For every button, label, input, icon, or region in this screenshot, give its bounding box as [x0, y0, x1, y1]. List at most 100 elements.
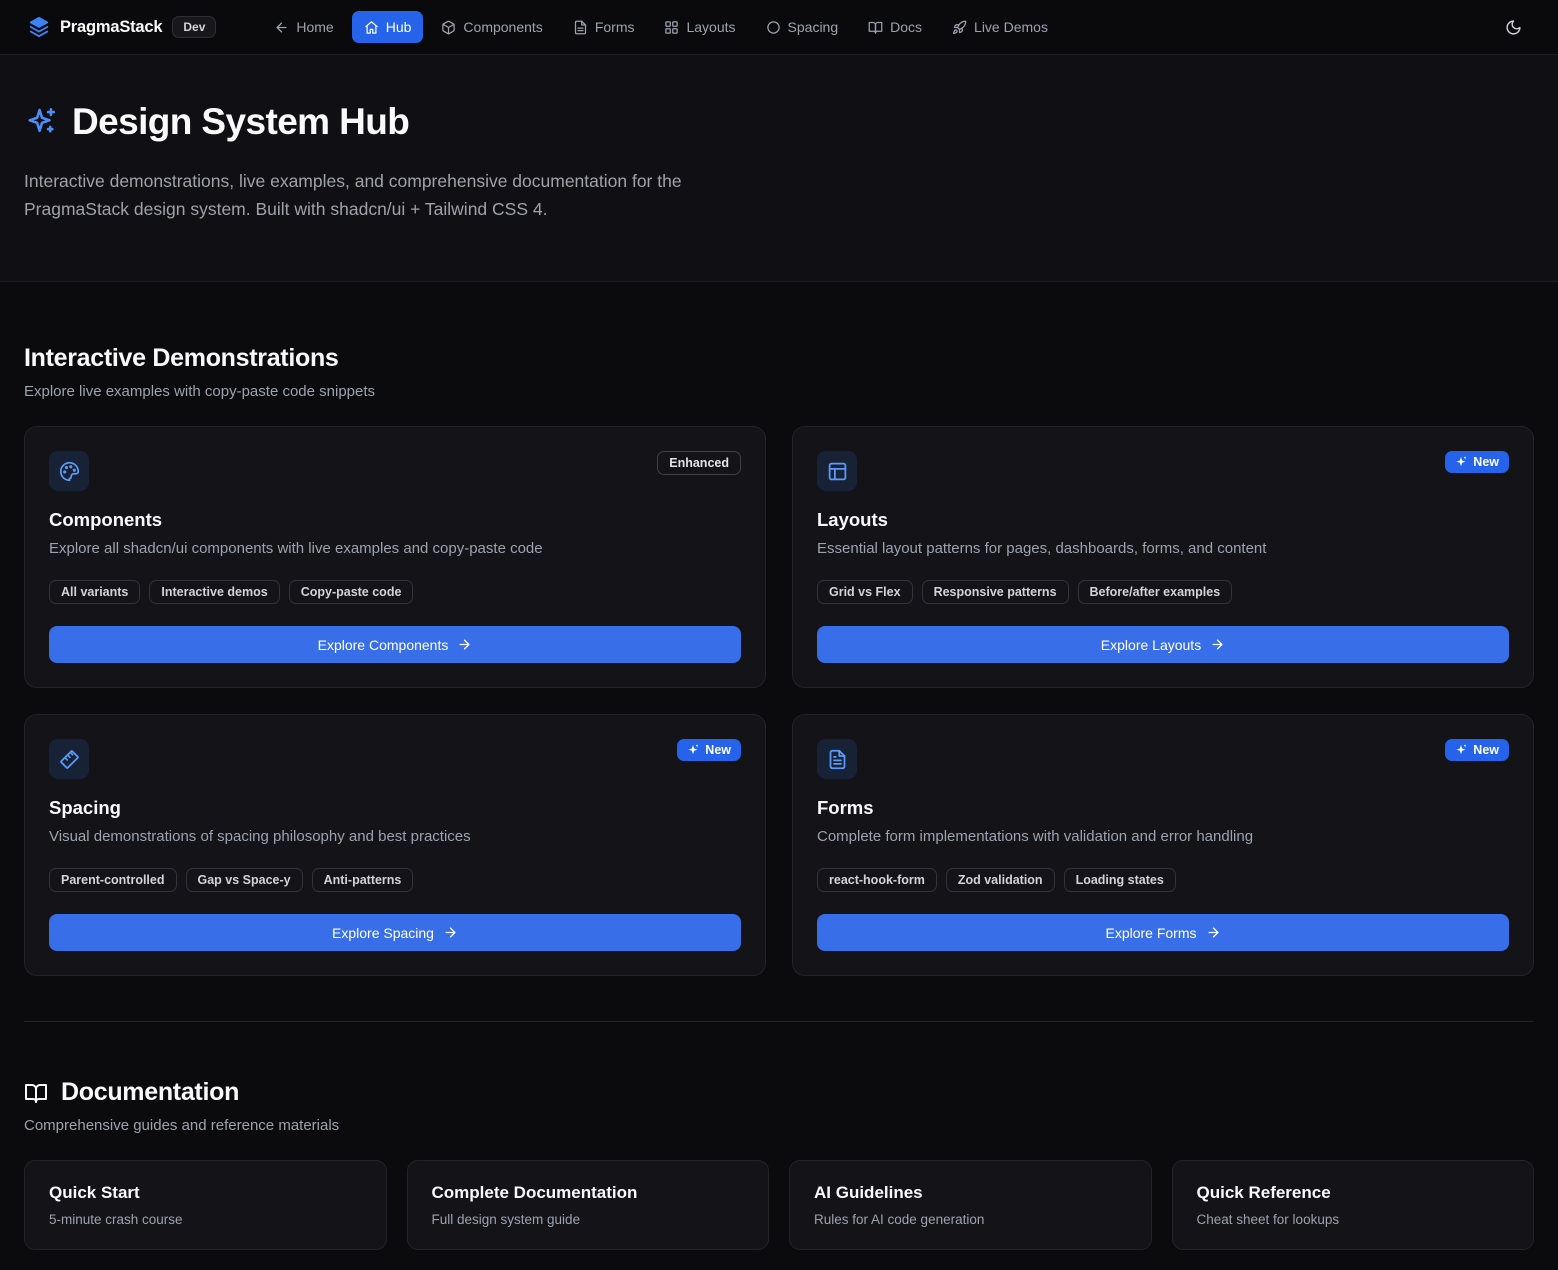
sparkle-icon: [1455, 456, 1467, 468]
sparkles-icon: [24, 105, 58, 139]
tag: react-hook-form: [817, 868, 937, 892]
file-text-icon: [573, 20, 588, 35]
nav-item-label: Home: [296, 19, 333, 35]
card-description: Explore all shadcn/ui components with li…: [49, 540, 741, 557]
doc-card-description: Rules for AI code generation: [814, 1212, 1127, 1227]
tag: Anti-patterns: [312, 868, 414, 892]
explore-components-button[interactable]: Explore Components: [49, 626, 741, 663]
card-title: Forms: [817, 797, 1509, 819]
tag: Parent-controlled: [49, 868, 177, 892]
documentation-section: Documentation Comprehensive guides and r…: [24, 1022, 1534, 1250]
tag-list: All variants Interactive demos Copy-past…: [49, 580, 741, 604]
doc-card-ai-guidelines[interactable]: AI Guidelines Rules for AI code generati…: [789, 1160, 1152, 1250]
demos-section: Interactive Demonstrations Explore live …: [24, 282, 1534, 976]
demo-card-spacing: New Spacing Visual demonstrations of spa…: [24, 714, 766, 976]
arrow-right-icon: [457, 637, 472, 652]
button-label: Explore Forms: [1105, 925, 1196, 941]
tag: Zod validation: [946, 868, 1055, 892]
tag: Interactive demos: [149, 580, 279, 604]
explore-layouts-button[interactable]: Explore Layouts: [817, 626, 1509, 663]
box-icon: [441, 20, 456, 35]
nav-item-home[interactable]: Home: [262, 11, 345, 43]
nav-item-live-demos[interactable]: Live Demos: [940, 11, 1060, 43]
circle-icon: [766, 20, 781, 35]
nav-item-label: Forms: [595, 19, 635, 35]
tag: Gap vs Space-y: [186, 868, 303, 892]
card-title: Layouts: [817, 509, 1509, 531]
tag: Before/after examples: [1078, 580, 1233, 604]
demos-section-subtitle: Explore live examples with copy-paste co…: [24, 383, 1534, 400]
demos-section-title: Interactive Demonstrations: [24, 344, 1534, 373]
tag-list: Grid vs Flex Responsive patterns Before/…: [817, 580, 1509, 604]
nav-item-label: Components: [463, 19, 542, 35]
documentation-grid: Quick Start 5-minute crash course Comple…: [24, 1160, 1534, 1250]
nav-item-label: Docs: [890, 19, 922, 35]
status-badge: New: [677, 739, 741, 761]
layout-panel-icon: [817, 451, 857, 491]
palette-icon: [49, 451, 89, 491]
nav-item-spacing[interactable]: Spacing: [754, 11, 851, 43]
page-title: Design System Hub: [72, 101, 409, 143]
rocket-icon: [952, 20, 967, 35]
demo-card-forms: New Forms Complete form implementations …: [792, 714, 1534, 976]
nav-item-label: Layouts: [686, 19, 735, 35]
badge-label: New: [1473, 743, 1499, 757]
nav-item-layouts[interactable]: Layouts: [652, 11, 747, 43]
doc-card-title: Quick Reference: [1197, 1183, 1510, 1203]
nav-item-label: Spacing: [788, 19, 839, 35]
tag-list: react-hook-form Zod validation Loading s…: [817, 868, 1509, 892]
documentation-section-subtitle: Comprehensive guides and reference mater…: [24, 1117, 1534, 1134]
brand-name: PragmaStack: [60, 18, 162, 37]
book-open-icon: [24, 1081, 48, 1105]
badge-label: New: [1473, 455, 1499, 469]
doc-card-quick-start[interactable]: Quick Start 5-minute crash course: [24, 1160, 387, 1250]
button-label: Explore Layouts: [1101, 637, 1201, 653]
documentation-section-title: Documentation: [61, 1078, 239, 1107]
arrow-left-icon: [274, 20, 289, 35]
demo-card-components: Enhanced Components Explore all shadcn/u…: [24, 426, 766, 688]
button-label: Explore Components: [318, 637, 449, 653]
theme-toggle-button[interactable]: [1497, 11, 1530, 44]
status-badge: New: [1445, 739, 1509, 761]
card-description: Visual demonstrations of spacing philoso…: [49, 828, 741, 845]
status-badge: New: [1445, 451, 1509, 473]
arrow-right-icon: [1210, 637, 1225, 652]
tag: Copy-paste code: [289, 580, 414, 604]
tag-list: Parent-controlled Gap vs Space-y Anti-pa…: [49, 868, 741, 892]
nav-item-hub[interactable]: Hub: [352, 11, 424, 43]
sparkle-icon: [687, 744, 699, 756]
explore-spacing-button[interactable]: Explore Spacing: [49, 914, 741, 951]
doc-card-quick-reference[interactable]: Quick Reference Cheat sheet for lookups: [1172, 1160, 1535, 1250]
nav-item-docs[interactable]: Docs: [856, 11, 934, 43]
tag: Loading states: [1064, 868, 1176, 892]
tag: All variants: [49, 580, 140, 604]
brand[interactable]: PragmaStack Dev: [28, 16, 216, 38]
navbar: PragmaStack Dev Home Hub Components Fo: [0, 0, 1558, 55]
status-badge: Enhanced: [657, 451, 741, 475]
dev-badge: Dev: [172, 16, 216, 38]
nav-item-label: Live Demos: [974, 19, 1048, 35]
doc-card-description: Cheat sheet for lookups: [1197, 1212, 1510, 1227]
button-label: Explore Spacing: [332, 925, 434, 941]
nav-menu: Home Hub Components Forms Layouts: [262, 11, 1060, 43]
card-title: Components: [49, 509, 741, 531]
tag: Responsive patterns: [922, 580, 1069, 604]
layout-grid-icon: [664, 20, 679, 35]
explore-forms-button[interactable]: Explore Forms: [817, 914, 1509, 951]
nav-item-components[interactable]: Components: [429, 11, 554, 43]
ruler-icon: [49, 739, 89, 779]
nav-item-forms[interactable]: Forms: [561, 11, 647, 43]
page-subtitle: Interactive demonstrations, live example…: [24, 167, 784, 223]
doc-card-title: Complete Documentation: [432, 1183, 745, 1203]
demos-grid: Enhanced Components Explore all shadcn/u…: [24, 426, 1534, 976]
doc-card-description: 5-minute crash course: [49, 1212, 362, 1227]
doc-card-title: AI Guidelines: [814, 1183, 1127, 1203]
doc-card-complete-documentation[interactable]: Complete Documentation Full design syste…: [407, 1160, 770, 1250]
moon-icon: [1505, 19, 1522, 36]
card-description: Essential layout patterns for pages, das…: [817, 540, 1509, 557]
arrow-right-icon: [1206, 925, 1221, 940]
badge-label: New: [705, 743, 731, 757]
sparkle-icon: [1455, 744, 1467, 756]
book-open-icon: [868, 20, 883, 35]
tag: Grid vs Flex: [817, 580, 913, 604]
